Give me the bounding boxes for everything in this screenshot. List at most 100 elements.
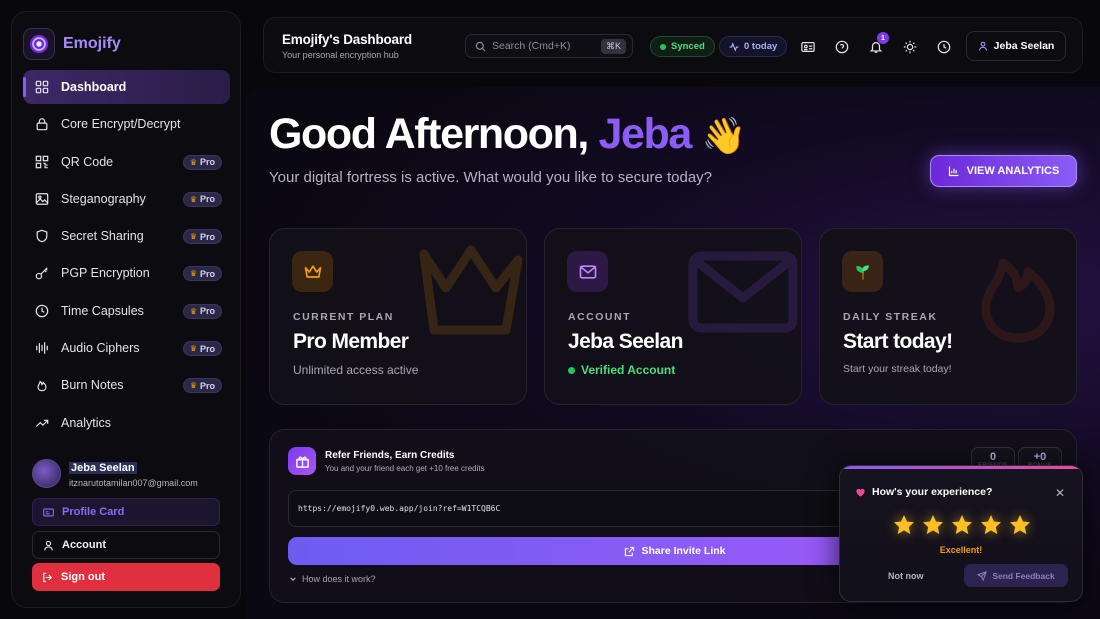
help-icon[interactable]: [833, 38, 850, 55]
brand-name: Emojify: [63, 35, 121, 52]
clock-icon: [34, 303, 50, 319]
crown-icon: ♛: [189, 344, 197, 354]
sidebar-item-label: Time Capsules: [61, 303, 144, 318]
sidebar-item-burn-notes[interactable]: Burn Notes ♛ Pro: [23, 368, 230, 402]
crown-icon: ♛: [189, 157, 197, 167]
crown-icon: [292, 251, 333, 292]
sidebar-item-qr-code[interactable]: QR Code ♛ Pro: [23, 145, 230, 179]
gift-icon: [288, 447, 316, 475]
pro-badge: ♛ Pro: [182, 229, 222, 245]
audio-wave-icon: [34, 340, 50, 356]
page-title: Emojify's Dashboard: [282, 32, 412, 47]
star-icon[interactable]: [921, 513, 945, 537]
shield-icon: [34, 228, 50, 244]
profile-card-label: Profile Card: [62, 506, 125, 518]
emojify-logo-icon: [23, 28, 55, 60]
sign-out-button[interactable]: Sign out: [32, 563, 220, 591]
search-input[interactable]: Search (Cmd+K) ⌘K: [465, 34, 633, 58]
sidebar-nav: Dashboard Core Encrypt/Decrypt QR Code ♛…: [23, 70, 230, 443]
account-card: ACCOUNT Jeba Seelan Verified Account: [544, 228, 802, 405]
sidebar-item-label: Audio Ciphers: [61, 341, 140, 356]
account-button[interactable]: Account: [32, 531, 220, 559]
daily-streak-card: DAILY STREAK Start today! Start your str…: [819, 228, 1077, 405]
sidebar-item-label: Dashboard: [61, 80, 127, 94]
not-now-button[interactable]: Not now: [888, 571, 924, 581]
search-placeholder: Search (Cmd+K): [492, 40, 571, 52]
sidebar-item-label: Analytics: [61, 415, 112, 430]
card-label: ACCOUNT: [568, 311, 631, 323]
card-value: Start today!: [843, 330, 953, 353]
sidebar-item-steganography[interactable]: Steganography ♛ Pro: [23, 182, 230, 216]
send-feedback-button[interactable]: Send Feedback: [964, 564, 1068, 587]
history-clock-icon[interactable]: [935, 38, 952, 55]
friends-count: 0: [989, 451, 997, 463]
how-it-works-toggle[interactable]: How does it work?: [289, 574, 376, 584]
user-icon: [44, 540, 53, 550]
bonus-count: +0: [1033, 451, 1047, 463]
lock-icon: [34, 116, 50, 132]
view-analytics-label: VIEW ANALYTICS: [966, 165, 1060, 177]
crown-icon: ♛: [189, 269, 197, 279]
card-value: Jeba Seelan: [568, 330, 683, 353]
feedback-popup: How's your experience? ✕ Excellent! Not …: [839, 465, 1083, 602]
external-link-icon: [625, 546, 635, 556]
share-invite-label: Share Invite Link: [641, 545, 726, 557]
sidebar-item-analytics[interactable]: Analytics: [23, 406, 230, 440]
user-name: Jeba Seelan: [69, 462, 137, 474]
bell-icon[interactable]: 1: [867, 32, 889, 55]
id-card-icon[interactable]: [799, 38, 816, 55]
key-icon: [34, 265, 50, 281]
today-activity-badge[interactable]: 0 today: [719, 36, 788, 57]
activity-icon: [729, 41, 739, 52]
bar-chart-icon: [948, 166, 959, 177]
logout-icon: [43, 572, 53, 582]
sidebar-item-time-capsules[interactable]: Time Capsules ♛ Pro: [23, 294, 230, 328]
user-menu-label: Jeba Seelan: [993, 40, 1055, 52]
wave-emoji: 👋: [701, 115, 746, 156]
page-subtitle: Your personal encryption hub: [282, 50, 399, 60]
brand[interactable]: Emojify: [23, 28, 121, 60]
pro-badge: ♛ Pro: [182, 341, 222, 357]
greeting-tagline: Your digital fortress is active. What wo…: [269, 169, 712, 186]
card-label: DAILY STREAK: [843, 311, 938, 323]
star-icon[interactable]: [950, 513, 974, 537]
crown-icon: ♛: [189, 232, 197, 242]
close-icon[interactable]: ✕: [1055, 486, 1065, 500]
sidebar-item-label: Steganography: [61, 191, 146, 206]
flame-icon: [34, 377, 50, 393]
mail-icon: [567, 251, 608, 292]
view-analytics-button[interactable]: VIEW ANALYTICS: [930, 155, 1077, 187]
rating-label: Excellent!: [939, 545, 983, 555]
star-icon[interactable]: [892, 513, 916, 537]
star-icon[interactable]: [1008, 513, 1032, 537]
sun-icon[interactable]: [901, 38, 918, 55]
flame-watermark-icon: [981, 258, 1055, 343]
pro-badge: ♛ Pro: [182, 154, 222, 170]
sidebar-item-dashboard[interactable]: Dashboard: [23, 70, 230, 104]
profile-card-button[interactable]: Profile Card: [32, 498, 220, 526]
trend-icon: [34, 415, 50, 431]
greeting-heading: Good Afternoon, Jeba 👋: [269, 110, 746, 158]
star-icon[interactable]: [979, 513, 1003, 537]
chevron-down-icon: [290, 577, 296, 582]
pro-badge: ♛ Pro: [182, 191, 222, 207]
sync-status-badge: Synced: [650, 36, 715, 57]
sidebar-item-label: Burn Notes: [61, 378, 124, 393]
search-icon: [475, 41, 486, 51]
star-rating[interactable]: [892, 513, 1032, 537]
pro-badge: ♛ Pro: [182, 303, 222, 319]
card-subtext: Start your streak today!: [843, 363, 952, 375]
status-dot: [568, 366, 575, 374]
sidebar-item-secret-sharing[interactable]: Secret Sharing ♛ Pro: [23, 219, 230, 253]
user-menu-button[interactable]: Jeba Seelan: [966, 31, 1066, 61]
qr-code-icon: [34, 154, 50, 170]
sidebar-item-core-encrypt[interactable]: Core Encrypt/Decrypt: [23, 107, 230, 141]
sidebar-item-audio-ciphers[interactable]: Audio Ciphers ♛ Pro: [23, 331, 230, 365]
referral-link-field[interactable]: https://emojify0.web.app/join?ref=W1TCQB…: [288, 490, 848, 527]
image-icon: [34, 191, 50, 207]
sidebar-user[interactable]: Jeba Seelan itznarutotamilan007@gmail.co…: [32, 458, 198, 488]
sign-out-label: Sign out: [61, 571, 105, 583]
sidebar-item-pgp-encryption[interactable]: PGP Encryption ♛ Pro: [23, 256, 230, 290]
send-icon: [977, 570, 988, 581]
sidebar: Emojify Dashboard Core Encrypt/Decrypt Q…: [11, 11, 241, 608]
